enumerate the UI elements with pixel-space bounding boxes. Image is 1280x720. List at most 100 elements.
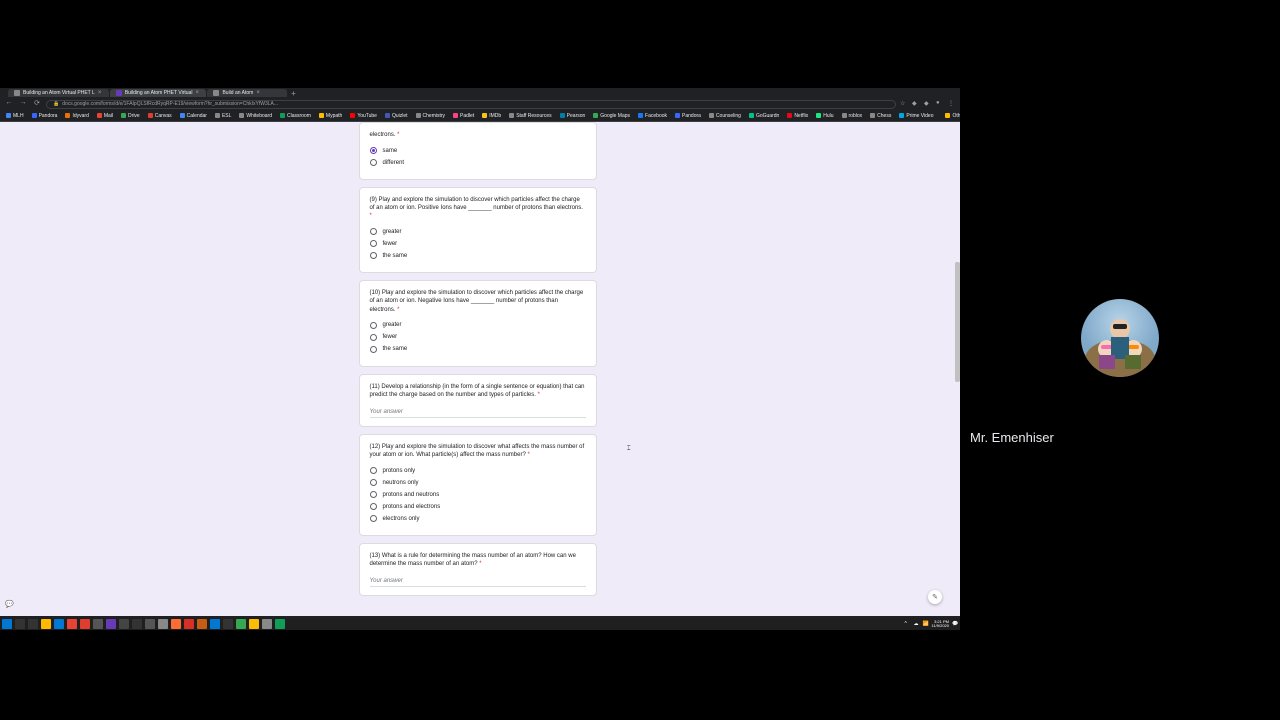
bookmark-item[interactable]: YouTube [348, 113, 379, 119]
bookmark-item[interactable]: Mail [95, 113, 115, 119]
bookmark-item[interactable]: GoGuardn [747, 113, 781, 119]
bookmark-item[interactable]: MLH [4, 113, 26, 119]
bookmark-item[interactable]: Calendar [178, 113, 209, 119]
clock[interactable]: 3:21 PM 11/9/2020 [932, 620, 950, 628]
chat-icon[interactable]: 💬 [5, 600, 13, 608]
forward-icon[interactable]: → [18, 99, 28, 109]
radio-icon[interactable] [370, 240, 377, 247]
radio-icon[interactable] [370, 147, 377, 154]
app-icon[interactable] [119, 619, 129, 629]
radio-icon[interactable] [370, 479, 377, 486]
app-icon[interactable] [80, 619, 90, 629]
answer-input[interactable]: Your answer [370, 407, 586, 418]
bookmark-item[interactable]: Facebook [636, 113, 669, 119]
tab-2[interactable]: Build an Atom × [207, 89, 287, 97]
radio-option[interactable]: fewer [370, 334, 586, 341]
radio-option[interactable]: the same [370, 252, 586, 259]
chevron-up-icon[interactable]: ^ [905, 621, 911, 627]
radio-icon[interactable] [370, 467, 377, 474]
radio-icon[interactable] [370, 491, 377, 498]
app-icon[interactable] [223, 619, 233, 629]
radio-option[interactable]: electrons only [370, 515, 586, 522]
tab-0[interactable]: Building an Atom Virtual PHET L × [8, 89, 109, 97]
app-icon[interactable] [132, 619, 142, 629]
edit-fab[interactable]: ✎ [928, 590, 942, 604]
app-icon[interactable] [145, 619, 155, 629]
url-input[interactable]: 🔒 docs.google.com/forms/d/e/1FAIpQLSfRcd… [46, 100, 896, 109]
profile-icon[interactable]: ● [936, 100, 944, 108]
radio-icon[interactable] [370, 322, 377, 329]
close-icon[interactable]: × [256, 91, 261, 96]
close-icon[interactable]: × [98, 91, 103, 96]
app-icon[interactable] [210, 619, 220, 629]
bookmark-item[interactable]: IMDb [480, 113, 503, 119]
app-icon[interactable] [262, 619, 272, 629]
bookmark-item[interactable]: Whiteboard [237, 113, 274, 119]
app-icon[interactable] [106, 619, 116, 629]
bookmark-item[interactable]: Hulu [814, 113, 835, 119]
radio-icon[interactable] [370, 252, 377, 259]
bookmark-item[interactable]: Staff Resources [507, 113, 553, 119]
bookmark-item[interactable]: Counseling [707, 113, 743, 119]
app-icon[interactable] [275, 619, 285, 629]
bookmark-item[interactable]: Chemistry [414, 113, 448, 119]
radio-option[interactable]: fewer [370, 240, 586, 247]
bookmark-item[interactable]: Pandora [673, 113, 703, 119]
radio-option[interactable]: protons only [370, 467, 586, 474]
bookmark-item[interactable]: ESL [213, 113, 233, 119]
answer-input[interactable]: Your answer [370, 576, 586, 587]
bookmark-item[interactable]: Netflix [785, 113, 810, 119]
back-icon[interactable]: ← [4, 99, 14, 109]
wifi-icon[interactable]: 📶 [923, 621, 929, 627]
bookmark-item[interactable]: Padlet [451, 113, 476, 119]
reload-icon[interactable]: ⟳ [32, 99, 42, 109]
app-icon[interactable] [171, 619, 181, 629]
app-icon[interactable] [197, 619, 207, 629]
radio-option[interactable]: neutrons only [370, 479, 586, 486]
radio-icon[interactable] [370, 159, 377, 166]
bookmark-item[interactable]: Canvas [146, 113, 174, 119]
presenter-avatar[interactable] [1081, 299, 1159, 377]
bookmark-item[interactable]: Mypath [317, 113, 344, 119]
bookmark-item[interactable]: roblox [840, 113, 865, 119]
extension-icon[interactable]: ◆ [912, 100, 920, 108]
other-bookmarks[interactable]: Other bookmarks [943, 113, 960, 119]
radio-option[interactable]: the same [370, 346, 586, 353]
extension-icon[interactable]: ◆ [924, 100, 932, 108]
app-icon[interactable] [249, 619, 259, 629]
search-icon[interactable] [15, 619, 25, 629]
file-explorer-icon[interactable] [41, 619, 51, 629]
app-icon[interactable] [93, 619, 103, 629]
start-button[interactable] [2, 619, 12, 629]
task-view-icon[interactable] [28, 619, 38, 629]
radio-icon[interactable] [370, 515, 377, 522]
radio-icon[interactable] [370, 503, 377, 510]
radio-icon[interactable] [370, 346, 377, 353]
bookmark-item[interactable]: Idyvard [63, 113, 90, 119]
bookmark-item[interactable]: Quizlet [383, 113, 410, 119]
new-tab-button[interactable]: + [288, 89, 298, 98]
bookmark-item[interactable]: Classroom [278, 113, 313, 119]
edge-icon[interactable] [54, 619, 64, 629]
close-icon[interactable]: × [195, 91, 200, 96]
radio-option[interactable]: different [370, 159, 586, 166]
app-icon[interactable] [184, 619, 194, 629]
radio-option[interactable]: protons and neutrons [370, 491, 586, 498]
tab-1[interactable]: Building an Atom PHET Virtual × [110, 89, 207, 97]
onedrive-icon[interactable]: ☁ [914, 621, 920, 627]
app-icon[interactable] [236, 619, 246, 629]
menu-icon[interactable]: ⋮ [948, 100, 956, 108]
radio-option[interactable]: protons and electrons [370, 503, 586, 510]
radio-option[interactable]: greater [370, 228, 586, 235]
chrome-icon[interactable] [67, 619, 77, 629]
radio-option[interactable]: same [370, 147, 586, 154]
form-scroll[interactable]: electrons. * same different (9) Play and… [0, 122, 955, 616]
bookmark-item[interactable]: Pearson [558, 113, 588, 119]
radio-icon[interactable] [370, 228, 377, 235]
radio-option[interactable]: greater [370, 322, 586, 329]
bookmark-item[interactable]: Drive [119, 113, 142, 119]
bookmark-item[interactable]: Pandora [30, 113, 60, 119]
notification-icon[interactable]: 💬 [952, 621, 958, 627]
radio-icon[interactable] [370, 334, 377, 341]
bookmark-item[interactable]: Chess [868, 113, 893, 119]
